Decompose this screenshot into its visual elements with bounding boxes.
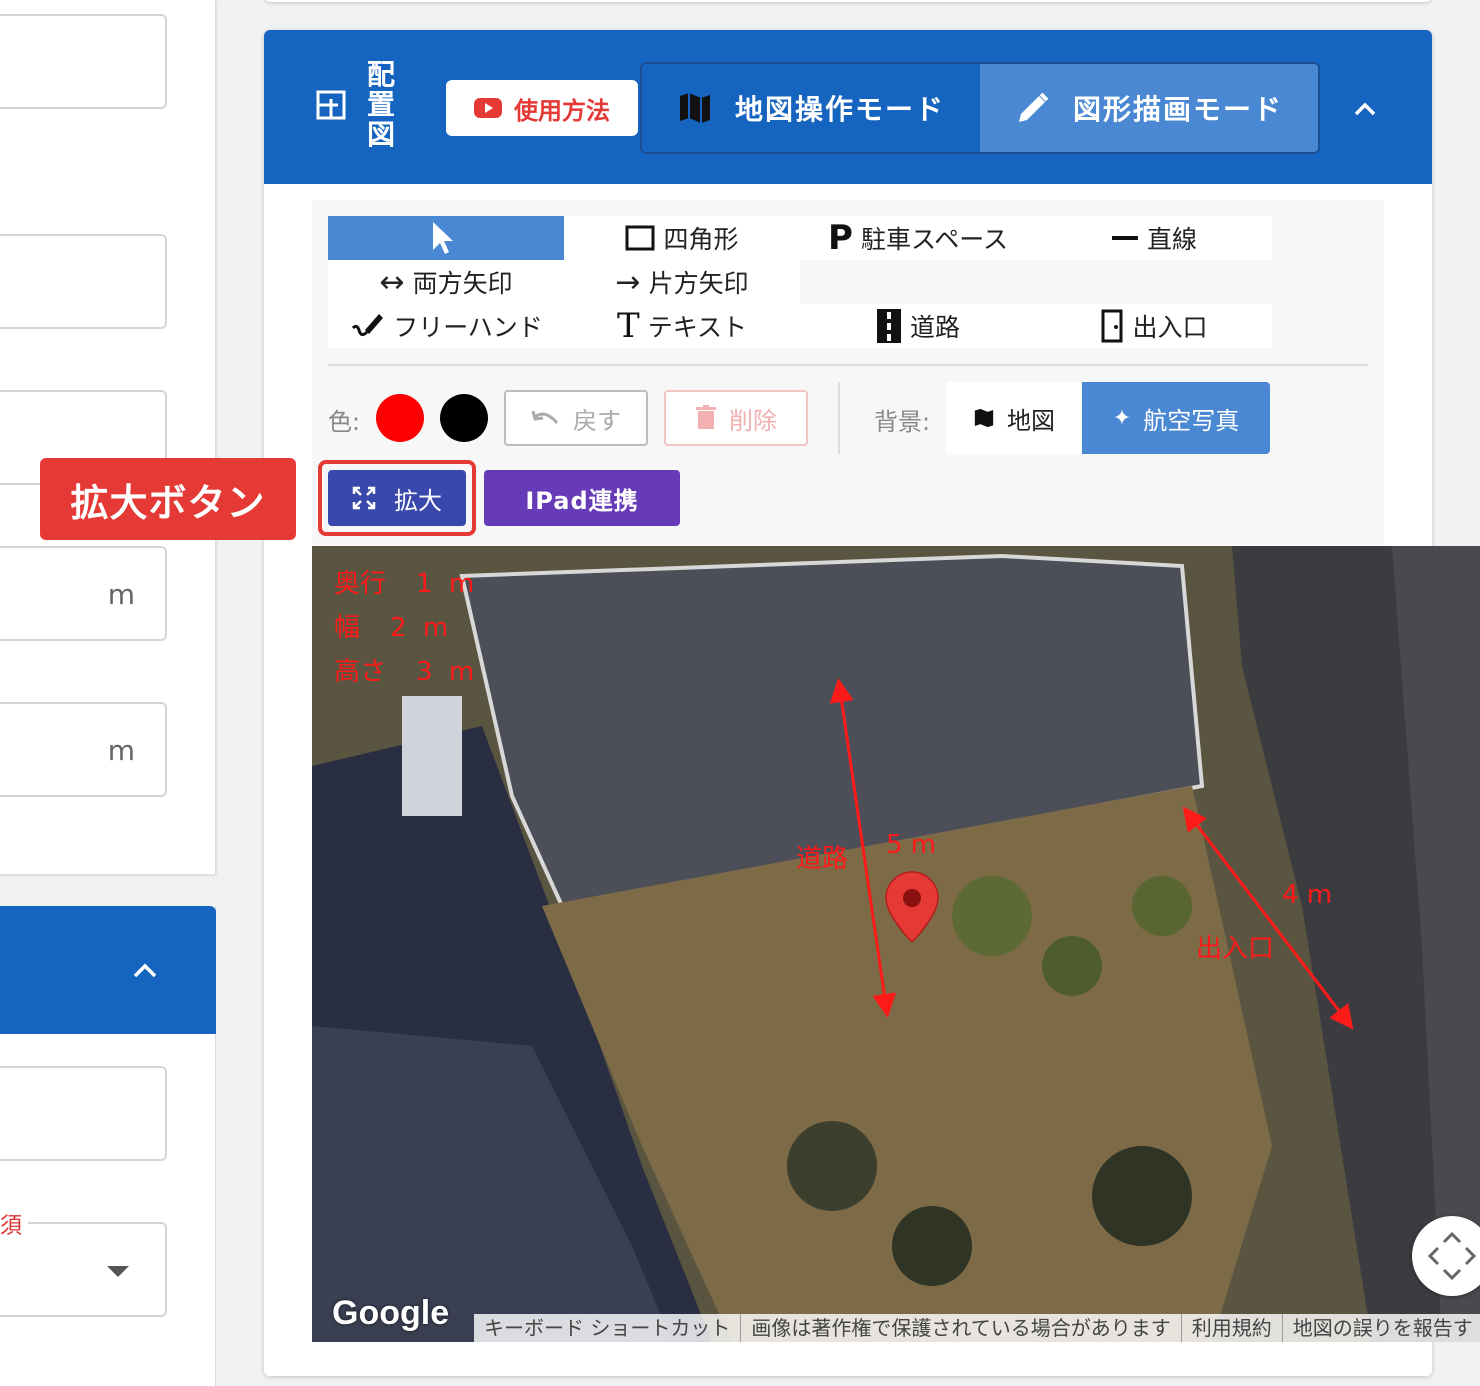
map-attribution: キーボード ショートカット 画像は著作権で保護されている場合があります 利用規約… [474, 1314, 1480, 1342]
satellite-icon: ✦ [1112, 405, 1132, 431]
road-icon [876, 309, 901, 343]
undo-button[interactable]: 戻す [504, 390, 648, 446]
rectangle-tool[interactable]: 四角形 [564, 216, 800, 260]
rectangle-icon [625, 225, 655, 251]
undo-icon [531, 410, 559, 425]
trash-icon [696, 405, 716, 429]
unit-label: m [107, 578, 135, 611]
howto-label: 使用方法 [514, 96, 610, 125]
entrance-length: 4 m [1282, 880, 1333, 910]
zoom-button[interactable]: 拡大 [328, 470, 466, 526]
required-label: 須 [0, 1208, 29, 1240]
copyright-notice: 画像は著作権で保護されている場合があります [741, 1314, 1182, 1342]
width-field[interactable]: m [0, 702, 167, 797]
zoom-highlight: 拡大 [318, 460, 476, 536]
left-form-panel: m m [0, 0, 216, 874]
map-mode-tab[interactable]: 地図操作モード [642, 64, 980, 152]
drawn-arrows [829, 678, 1354, 1030]
expand-icon [352, 486, 376, 510]
freehand-icon [352, 314, 384, 337]
color-swatch-black[interactable] [440, 394, 488, 442]
arrow-right-icon: → [615, 264, 641, 300]
color-swatch-red[interactable] [376, 394, 424, 442]
select-tool[interactable] [328, 216, 564, 260]
map-icon [679, 93, 710, 123]
color-label: 色: [328, 408, 361, 436]
line-tool[interactable]: 直線 [1036, 216, 1272, 260]
ipad-link-button[interactable]: IPad連携 [484, 470, 680, 526]
road-length: 5 m [886, 830, 937, 860]
door-icon [1101, 309, 1123, 343]
empty-slot [800, 260, 1036, 304]
satellite-map[interactable]: 奥行 1 m 幅2 m 高さ 3 m 道路 5 m 出入口 4 m Google キ… [312, 546, 1480, 1342]
bg-satellite-option[interactable]: ✦ 航空写真 [1082, 382, 1270, 454]
card-header: 配置図 使用方法 地図操作モード 図形描画モード [264, 30, 1432, 184]
text-tool[interactable]: T テキスト [564, 304, 800, 348]
unit-label: m [107, 734, 135, 767]
card-title: 配置図 [366, 58, 395, 151]
report-error-link[interactable]: 地図の誤りを報告す [1283, 1314, 1480, 1342]
chevron-up-icon[interactable] [130, 956, 160, 986]
section-header[interactable] [0, 906, 216, 1034]
background-toggle: 地図 ✦ 航空写真 [946, 382, 1270, 454]
map-mode-label: 地図操作モード [734, 93, 945, 126]
floorplan-icon [316, 90, 346, 120]
bg-map-option[interactable]: 地図 [946, 382, 1082, 454]
entrance-annotation: 出入口 [1196, 934, 1275, 964]
road-tool[interactable]: 道路 [800, 304, 1036, 348]
map-icon [974, 408, 994, 428]
move-icon [1427, 1231, 1477, 1281]
double-arrow-icon: ↔ [379, 264, 405, 300]
freehand-tool[interactable]: フリーハンド [328, 304, 564, 348]
text-icon: T [617, 306, 640, 346]
chevron-up-icon[interactable] [1350, 94, 1380, 124]
background-label: 背景: [874, 408, 931, 436]
parking-icon: P [828, 218, 853, 258]
mode-toggle: 地図操作モード 図形描画モード [640, 62, 1320, 154]
drawing-toolbar: 四角形 P 駐車スペース 直線 ↔ 両方矢印 → 片方矢印 フリーハンド T テ… [312, 200, 1384, 545]
previous-card-edge [264, 0, 1432, 2]
google-logo: Google [332, 1294, 450, 1332]
divider [838, 382, 840, 454]
entrance-tool[interactable]: 出入口 [1036, 304, 1272, 348]
draw-mode-tab[interactable]: 図形描画モード [980, 64, 1318, 152]
road-annotation: 道路 [796, 844, 849, 874]
terms-link[interactable]: 利用規約 [1182, 1314, 1283, 1342]
draw-mode-label: 図形描画モード [1072, 93, 1283, 126]
empty-slot [1036, 260, 1272, 304]
form-field[interactable] [0, 234, 167, 329]
double-arrow-tool[interactable]: ↔ 両方矢印 [328, 260, 564, 304]
depth-field[interactable]: m [0, 546, 167, 641]
single-arrow-tool[interactable]: → 片方矢印 [564, 260, 800, 304]
chevron-down-icon [107, 1266, 129, 1277]
zoom-button-callout: 拡大ボタン [40, 458, 296, 540]
keyboard-shortcuts-link[interactable]: キーボード ショートカット [474, 1314, 742, 1342]
line-icon [1111, 236, 1138, 240]
map-pan-control[interactable] [1412, 1216, 1480, 1296]
youtube-icon [474, 98, 502, 118]
howto-button[interactable]: 使用方法 [446, 80, 638, 136]
delete-button[interactable]: 削除 [664, 390, 808, 446]
parking-tool[interactable]: P 駐車スペース [800, 216, 1036, 260]
cursor-icon [433, 222, 453, 254]
pencil-icon [1018, 92, 1049, 122]
divider [328, 364, 1368, 366]
form-field[interactable] [0, 1066, 167, 1161]
form-field[interactable] [0, 14, 167, 109]
